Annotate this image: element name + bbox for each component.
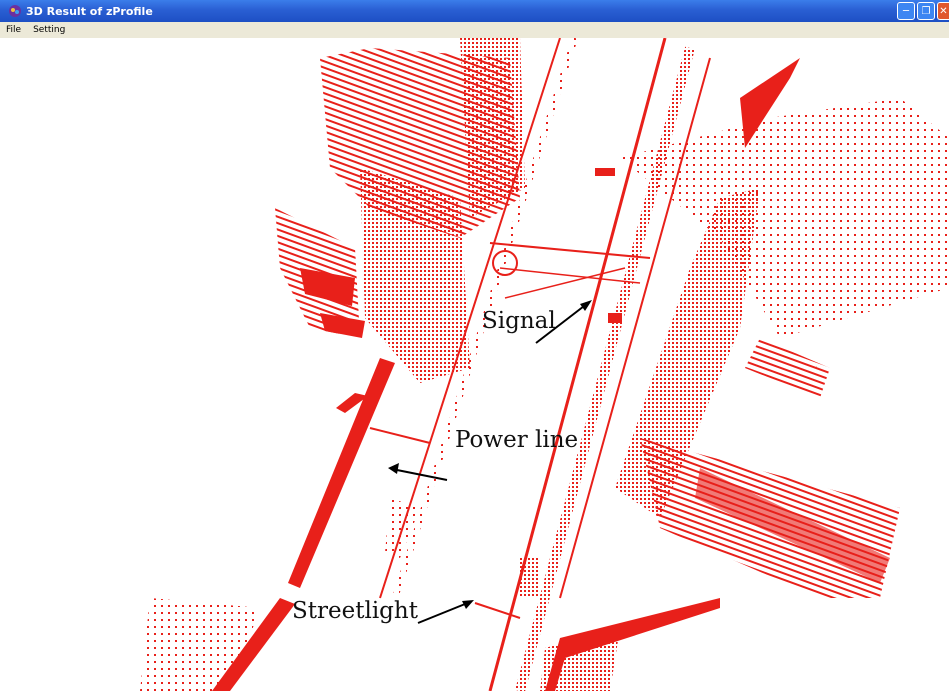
- menu-bar: File Setting: [0, 22, 949, 38]
- maximize-button[interactable]: ❐: [917, 2, 935, 20]
- title-bar[interactable]: 3D Result of zProfile ─ ❐ ✕: [0, 0, 949, 22]
- point-cloud-canvas[interactable]: [0, 38, 949, 691]
- building-left-wings: [275, 208, 365, 338]
- point-cloud-viewport[interactable]: Signal Power line Streetlight: [0, 38, 949, 691]
- power-line: [369, 427, 431, 444]
- maximize-icon: ❐: [921, 5, 931, 17]
- window-title: 3D Result of zProfile: [26, 4, 153, 18]
- label-signal: Signal: [482, 308, 556, 334]
- left-scatter: [140, 498, 420, 691]
- close-button[interactable]: ✕: [937, 2, 949, 20]
- minimize-icon: ─: [902, 5, 910, 17]
- app-icon: [9, 5, 21, 17]
- streetlight: [474, 558, 540, 619]
- minimize-button[interactable]: ─: [897, 2, 915, 20]
- window-controls: ─ ❐ ✕: [897, 2, 949, 20]
- menu-setting[interactable]: Setting: [27, 25, 71, 35]
- streetlight-arrow: [417, 601, 471, 624]
- building-bottom-right: [540, 598, 720, 691]
- close-icon: ✕: [939, 5, 948, 17]
- label-streetlight: Streetlight: [292, 598, 418, 624]
- menu-file[interactable]: File: [0, 25, 27, 35]
- label-power-line: Power line: [455, 427, 579, 453]
